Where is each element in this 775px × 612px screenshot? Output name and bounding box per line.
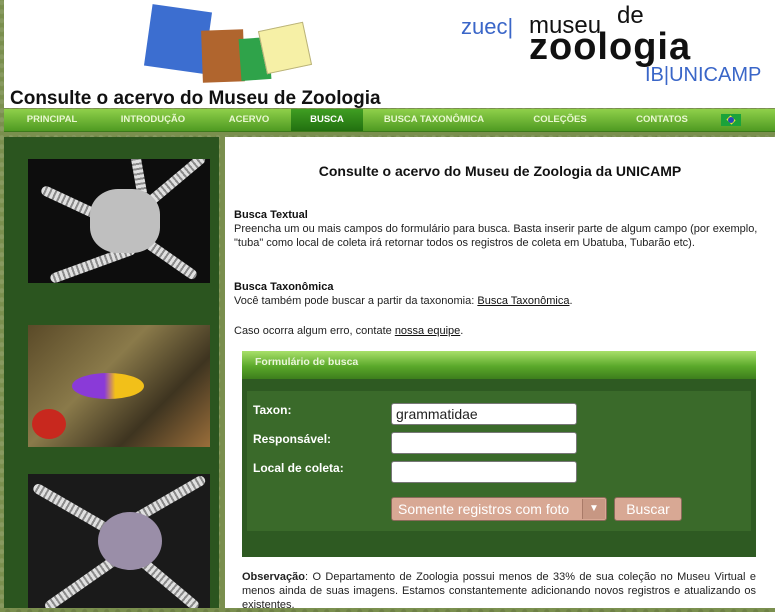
logo-yellow-square <box>257 21 313 75</box>
error-prefix: Caso ocorra algum erro, contate <box>234 325 395 337</box>
sea-star-photo <box>28 474 210 608</box>
main-content: Consulte o acervo do Museu de Zoologia d… <box>225 137 775 611</box>
photo-filter-select[interactable]: Somente registros com foto ▼ <box>391 497 607 521</box>
brand-ib-unicamp: IB|UNICAMP <box>645 64 762 86</box>
nav-introducao[interactable]: INTRODUÇÃO <box>104 109 202 131</box>
local-coleta-input[interactable] <box>391 461 577 483</box>
nav-busca-taxonomica[interactable]: BUSCA TAXONÔMICA <box>370 109 498 131</box>
brazil-flag-icon[interactable] <box>721 114 741 126</box>
nav-busca[interactable]: BUSCA <box>291 109 363 131</box>
nav-principal[interactable]: PRINCIPAL <box>4 109 100 131</box>
textual-search-description: Preencha um ou mais campos do formulário… <box>234 223 758 249</box>
error-contact-text: Caso ocorra algum erro, contate nossa eq… <box>234 324 764 338</box>
taxonomic-search-description: Você também pode buscar a partir da taxo… <box>234 294 764 308</box>
responsavel-label: Responsável: <box>253 432 332 446</box>
search-form-header: Formulário de busca <box>242 351 756 379</box>
brand-zuec: zuec| <box>461 14 514 39</box>
search-button[interactable]: Buscar <box>614 497 682 521</box>
chevron-down-icon[interactable]: ▼ <box>582 499 605 519</box>
site-header: zuec| museu de zoologia IB|UNICAMP Consu… <box>4 0 775 109</box>
local-coleta-label: Local de coleta: <box>253 461 344 475</box>
observation-label: Observação <box>242 571 305 583</box>
brand-zoologia: zoologia <box>529 26 692 68</box>
taxonomic-prefix: Você também pode buscar a partir da taxo… <box>234 295 478 307</box>
main-navbar: PRINCIPAL INTRODUÇÃO ACERVO BUSCA BUSCA … <box>4 109 775 132</box>
nav-acervo[interactable]: ACERVO <box>214 109 284 131</box>
taxonomic-search-link[interactable]: Busca Taxonômica <box>477 295 569 307</box>
nav-colecoes[interactable]: COLEÇÕES <box>513 109 607 131</box>
search-form: Formulário de busca Taxon: Responsável: … <box>242 351 756 557</box>
photo-filter-value: Somente registros com foto <box>398 501 570 517</box>
taxonomic-suffix: . <box>569 295 573 307</box>
observation-text: : O Departamento de Zoologia possui meno… <box>242 571 756 611</box>
museum-logo-squares <box>143 4 314 86</box>
error-suffix: . <box>460 325 464 337</box>
search-form-title: Formulário de busca <box>255 356 359 368</box>
museum-brand-logo[interactable]: zuec| museu de zoologia IB|UNICAMP <box>455 2 775 87</box>
image-sidebar <box>4 137 219 608</box>
brittle-star-photo <box>28 159 210 283</box>
content-title: Consulte o acervo do Museu de Zoologia d… <box>318 163 682 179</box>
fish-photo <box>28 325 210 447</box>
taxonomic-search-heading: Busca Taxonômica <box>234 281 334 293</box>
taxon-label: Taxon: <box>253 403 292 417</box>
observation-note: Observação: O Departamento de Zoologia p… <box>242 570 756 612</box>
responsavel-input[interactable] <box>391 432 577 454</box>
search-form-body: Taxon: Responsável: Local de coleta: Som… <box>247 391 751 531</box>
logo-brown-square <box>201 29 245 83</box>
team-contact-link[interactable]: nossa equipe <box>395 325 460 337</box>
taxon-input[interactable] <box>391 403 577 425</box>
page-title: Consulte o acervo do Museu de Zoologia <box>10 88 381 109</box>
nav-contatos[interactable]: CONTATOS <box>612 109 712 131</box>
textual-search-heading: Busca Textual <box>234 209 308 221</box>
